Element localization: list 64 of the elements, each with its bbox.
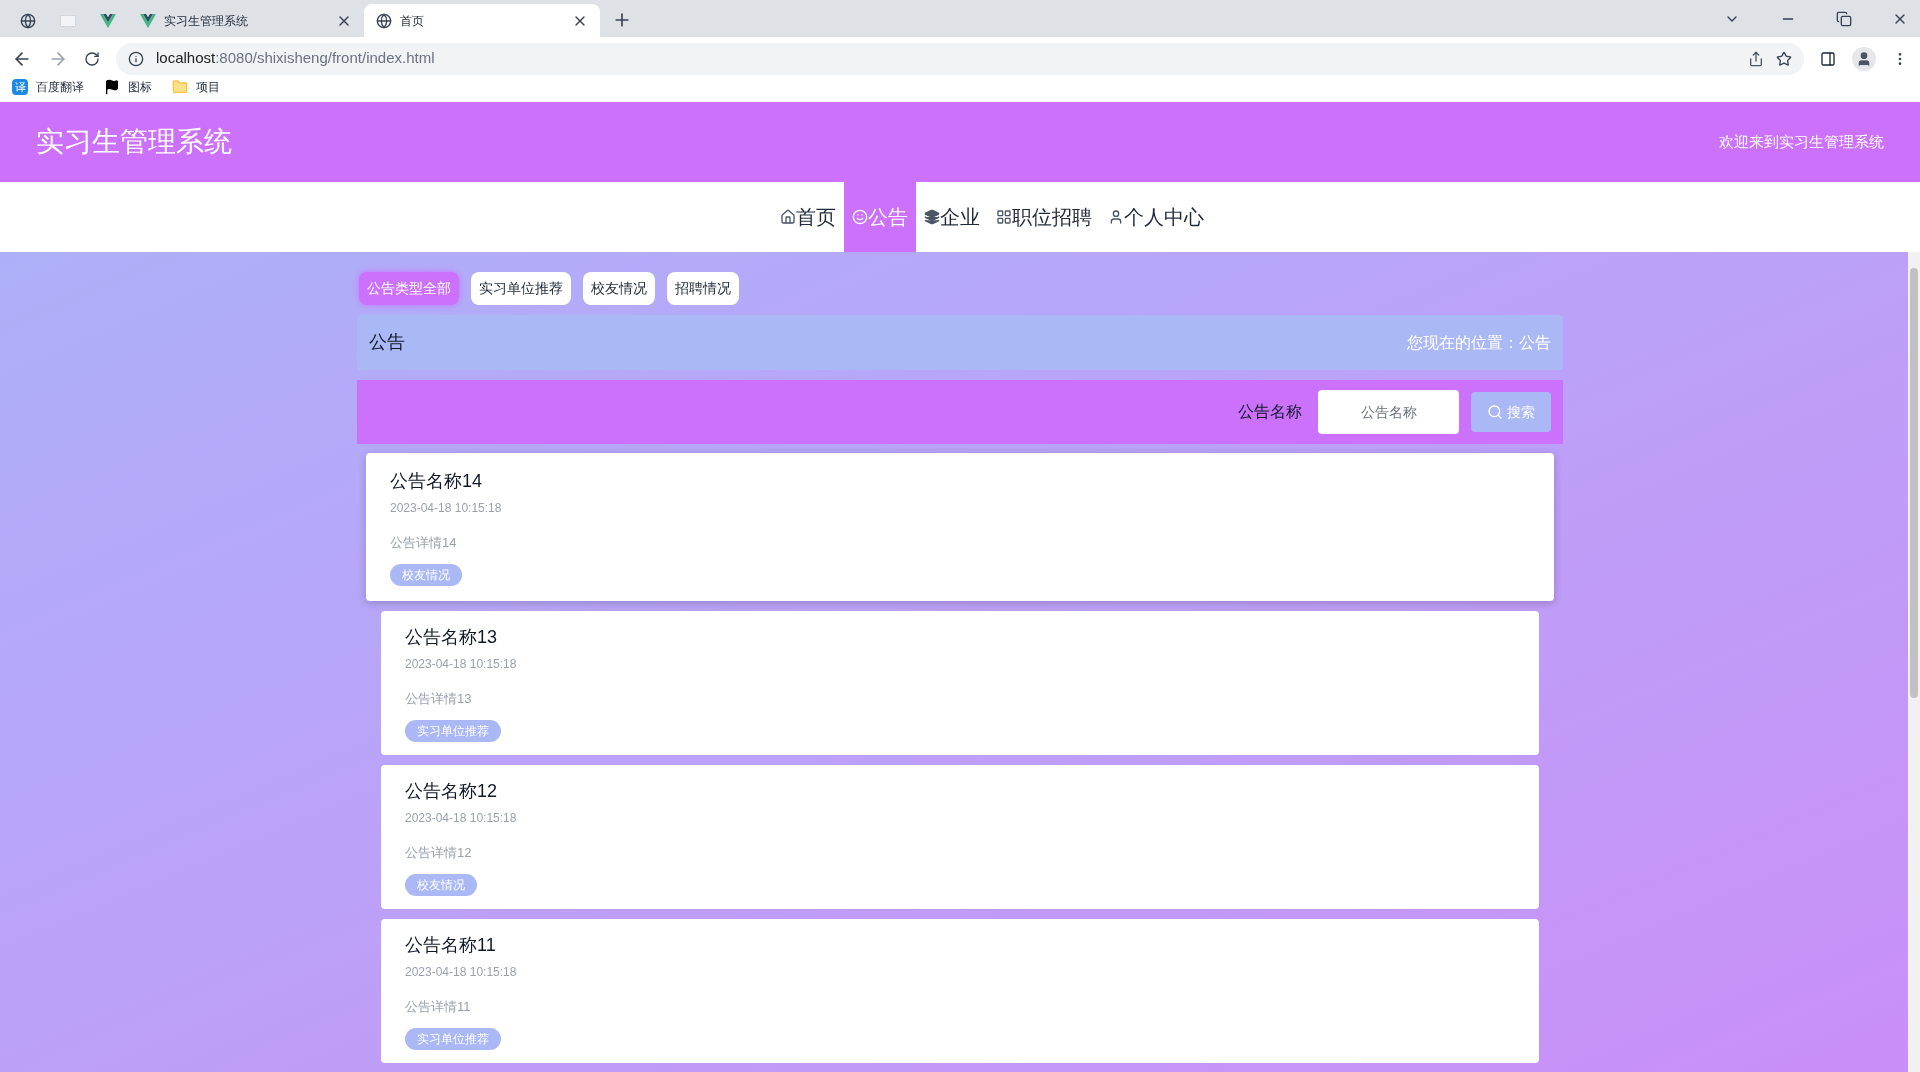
translate-icon: 译 (12, 79, 28, 95)
globe-icon (20, 12, 36, 29)
notice-title: 公告名称13 (405, 625, 499, 649)
search-icon (1487, 404, 1503, 420)
filter-button[interactable]: 招聘情况 (667, 272, 739, 305)
info-icon (128, 50, 144, 67)
folder-icon (172, 79, 188, 95)
address-bar[interactable]: localhost:8080/shixisheng/front/index.html (116, 42, 1804, 75)
restore-icon[interactable] (1836, 10, 1852, 27)
share-icon[interactable] (1748, 50, 1764, 67)
notice-detail: 公告详情14 (390, 533, 458, 552)
browser-tab[interactable]: 首页 (364, 4, 600, 37)
search-label: 公告名称 (1238, 402, 1302, 422)
welcome-text: 欢迎来到实习生管理系统 (1719, 131, 1884, 152)
bookmark-item[interactable]: 图标 (104, 78, 152, 96)
tab-title: 首页 (400, 12, 425, 30)
site-title: 实习生管理系统 (36, 125, 232, 159)
notice-title: 公告名称11 (405, 933, 497, 957)
notice-tag: 校友情况 (390, 564, 462, 587)
url-text: localhost:8080/shixisheng/front/index.html (156, 48, 436, 69)
flag-icon (104, 79, 120, 95)
nav-item[interactable]: 企业 (916, 182, 988, 252)
grid-icon (996, 209, 1012, 225)
notice-card[interactable]: 公告名称13 2023-04-18 10:15:18 公告详情13 实习单位推荐 (381, 611, 1539, 755)
v-logo-icon (100, 13, 116, 28)
notice-title: 公告名称12 (405, 779, 499, 803)
page-heading: 公告 (369, 331, 405, 354)
user-icon (1108, 209, 1124, 225)
profile-avatar[interactable] (1852, 46, 1876, 71)
face-icon (852, 209, 868, 225)
nav-item[interactable]: 首页 (772, 182, 844, 252)
browser-tab[interactable]: 实习生管理系统 (128, 4, 364, 37)
notice-title: 公告名称14 (390, 469, 484, 493)
filter-button[interactable]: 校友情况 (583, 272, 655, 305)
nav-item[interactable]: 个人中心 (1100, 182, 1212, 252)
notice-time: 2023-04-18 10:15:18 (405, 963, 518, 981)
bookmark-item[interactable]: 项目 (172, 78, 220, 96)
notice-card[interactable]: 公告名称12 2023-04-18 10:15:18 公告详情12 校友情况 (381, 765, 1539, 909)
bookmark-star-icon[interactable] (1776, 50, 1792, 67)
notice-card[interactable]: 公告名称14 2023-04-18 10:15:18 公告详情14 校友情况 (366, 453, 1554, 601)
notice-card[interactable]: 公告名称11 2023-04-18 10:15:18 公告详情11 实习单位推荐 (381, 919, 1539, 1063)
globe-icon (376, 12, 392, 29)
notice-tag: 实习单位推荐 (405, 720, 501, 743)
stack-icon (924, 209, 940, 225)
search-field[interactable]: 公告名称 (1318, 390, 1459, 434)
scrollbar[interactable] (1908, 252, 1920, 1072)
notice-time: 2023-04-18 10:15:18 (390, 499, 503, 517)
side-panel-icon[interactable] (1820, 50, 1836, 67)
notice-detail: 公告详情13 (405, 689, 473, 708)
location-text: 您现在的位置：公告 (1407, 332, 1551, 353)
nav-item[interactable]: 职位招聘 (988, 182, 1100, 252)
filter-button[interactable]: 实习单位推荐 (471, 272, 571, 305)
bookmark-item[interactable]: 译 百度翻译 (12, 78, 84, 96)
reload-icon[interactable] (84, 50, 100, 67)
notice-time: 2023-04-18 10:15:18 (405, 809, 518, 827)
v-logo-icon (140, 13, 156, 28)
notice-time: 2023-04-18 10:15:18 (405, 655, 518, 673)
home-icon (780, 209, 796, 225)
tab-title: 实习生管理系统 (164, 12, 249, 30)
notice-detail: 公告详情11 (405, 997, 472, 1016)
notice-tag: 校友情况 (405, 874, 477, 897)
notice-detail: 公告详情12 (405, 843, 473, 862)
notice-tag: 实习单位推荐 (405, 1028, 501, 1051)
page-icon (60, 14, 76, 27)
